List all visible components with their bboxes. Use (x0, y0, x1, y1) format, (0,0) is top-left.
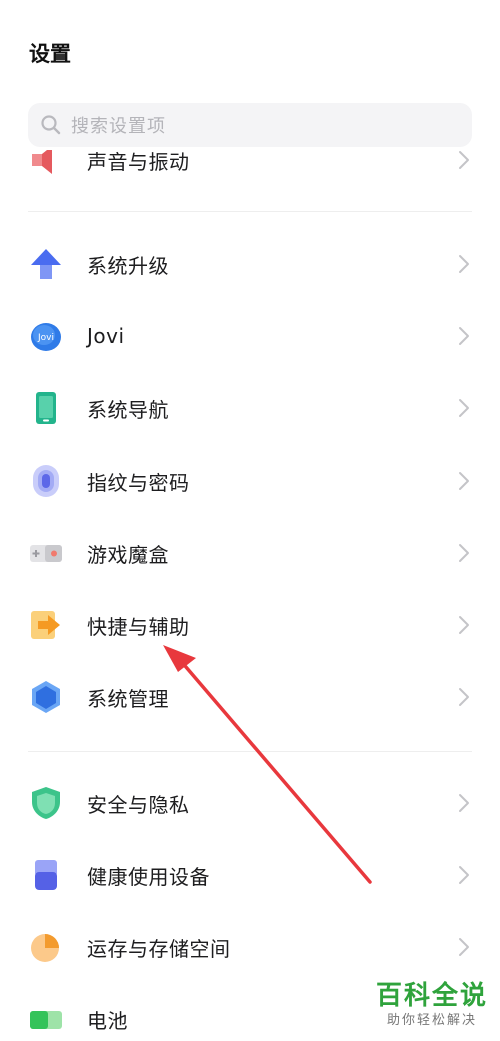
annotation-arrow (163, 645, 372, 884)
watermark-sub: 助你轻松解决 (386, 1013, 477, 1028)
watermark-logo: 百科全说 助你轻松解决 (372, 980, 492, 1030)
watermark-main: 百科全说 (375, 981, 488, 1011)
